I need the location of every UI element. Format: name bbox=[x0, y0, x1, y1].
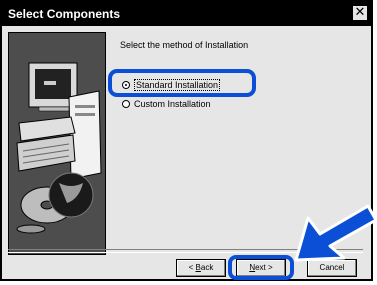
next-button-highlight bbox=[228, 255, 294, 280]
side-illustration-panel bbox=[8, 32, 106, 255]
close-button[interactable]: ✕ bbox=[352, 5, 368, 21]
back-label: ack bbox=[200, 263, 214, 272]
standard-option-highlight bbox=[108, 69, 256, 97]
custom-installation-radio[interactable] bbox=[122, 100, 130, 108]
custom-installation-option[interactable]: Custom Installation bbox=[122, 99, 211, 109]
close-icon: ✕ bbox=[354, 5, 366, 20]
custom-installation-label: Custom Installation bbox=[134, 99, 211, 109]
back-button[interactable]: < Back bbox=[176, 259, 226, 277]
dialog-title: Select Components bbox=[8, 7, 121, 21]
install-method-prompt: Select the method of Installation bbox=[120, 40, 249, 50]
title-bar: Select Components ✕ bbox=[2, 2, 371, 26]
computer-illustration-icon bbox=[16, 62, 102, 234]
pointer-arrow-icon bbox=[294, 204, 377, 262]
